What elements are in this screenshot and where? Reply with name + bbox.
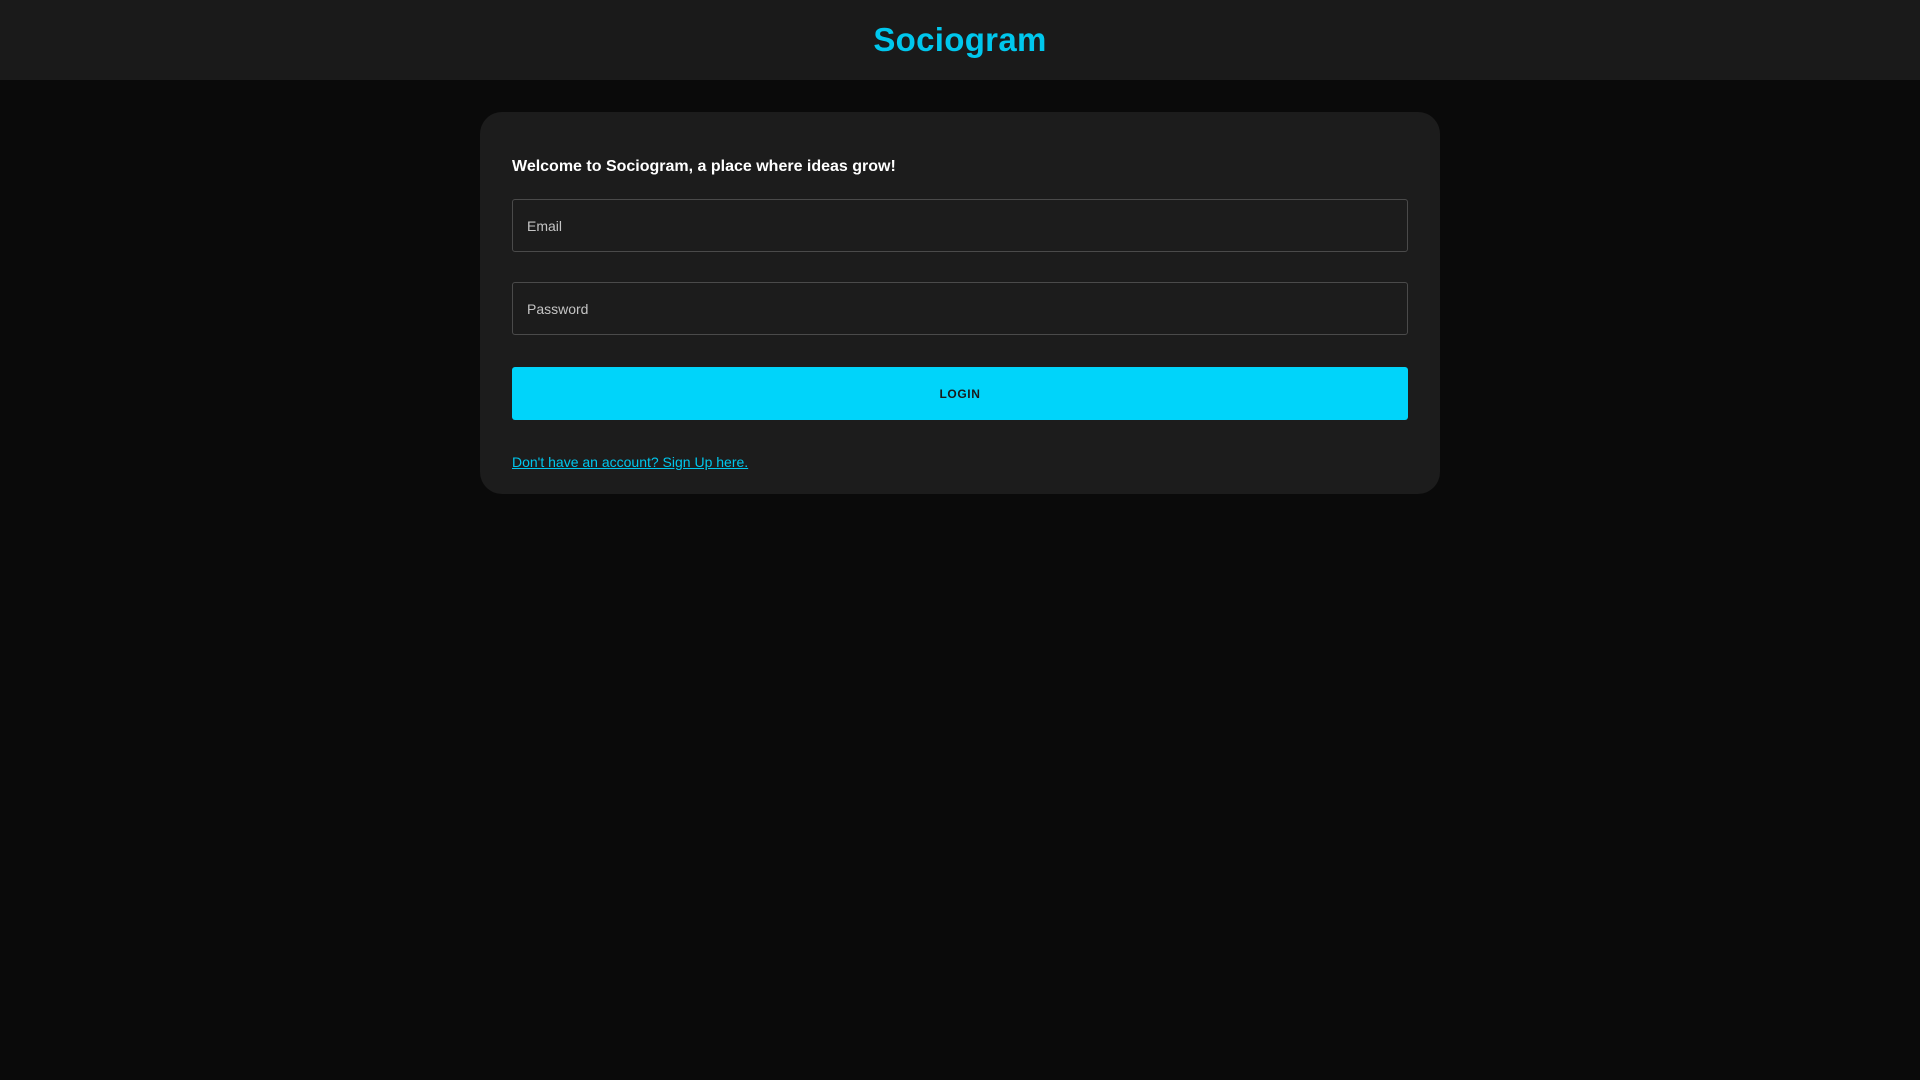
email-input[interactable]: [527, 217, 1393, 234]
password-input[interactable]: [527, 300, 1393, 317]
welcome-heading: Welcome to Sociogram, a place where idea…: [512, 158, 896, 175]
login-button[interactable]: LOGIN: [512, 367, 1408, 420]
signup-link[interactable]: Don't have an account? Sign Up here.: [512, 454, 748, 470]
email-field[interactable]: [512, 199, 1408, 252]
brand-logo-text[interactable]: Sociogram: [873, 21, 1046, 59]
top-navbar: Sociogram: [0, 0, 1920, 80]
login-card: Welcome to Sociogram, a place where idea…: [480, 112, 1440, 494]
password-field[interactable]: [512, 282, 1408, 335]
